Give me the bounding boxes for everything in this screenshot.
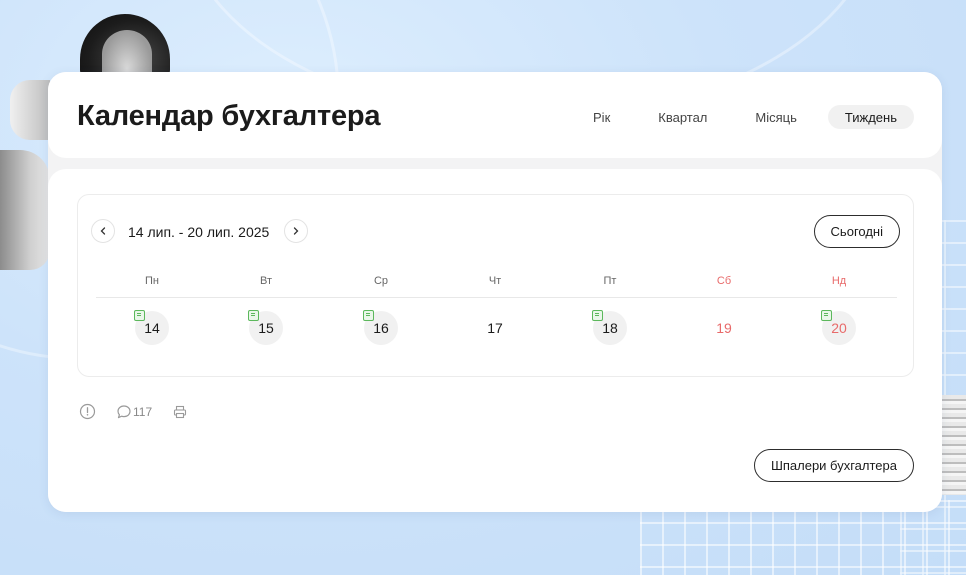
weekday-label: Сб [716,275,732,287]
chevron-right-icon [293,227,299,235]
day-cell-17[interactable]: 17 [478,311,512,345]
tab-month[interactable]: Місяць [738,105,813,129]
weekday-label: Чт [488,275,502,287]
calendar-card: Календар бухгалтера Рік Квартал Місяць Т… [48,72,942,512]
chevron-left-icon [100,227,106,235]
info-icon [79,403,96,420]
newspaper-stack-image [938,395,966,495]
day-cell-19[interactable]: 19 [707,311,741,345]
info-button[interactable] [79,403,96,420]
tab-year[interactable]: Рік [576,105,627,129]
weekday-label: Ср [373,275,389,287]
prev-week-button[interactable] [91,219,115,243]
weekday-label: Вт [259,275,272,287]
note-icon [821,310,832,321]
note-icon [248,310,259,321]
comments-button[interactable]: 117 [116,404,152,420]
day-number: 18 [602,320,618,336]
comment-count: 117 [133,404,153,419]
today-button[interactable]: Сьогодні [813,215,900,248]
day-number: 19 [716,320,732,336]
meta-actions: 117 [79,403,208,420]
next-week-button[interactable] [284,219,308,243]
tab-quarter[interactable]: Квартал [641,105,724,129]
note-icon [592,310,603,321]
card-body: 14 лип. - 20 лип. 2025 Сьогодні Пн Вт Ср… [48,169,942,512]
weekday-divider [96,297,897,298]
print-icon [174,405,187,418]
megaphone-handle-image [10,80,50,140]
day-cell-18[interactable]: 18 [592,310,627,345]
day-number: 16 [373,320,389,336]
card-header: Календар бухгалтера Рік Квартал Місяць Т… [48,72,942,158]
day-cell-14[interactable]: 14 [134,310,169,345]
week-calendar: 14 лип. - 20 лип. 2025 Сьогодні Пн Вт Ср… [77,194,914,377]
date-range-label: 14 лип. - 20 лип. 2025 [128,224,270,240]
weekday-header-row: Пн Вт Ср Чт Пт Сб Нд [96,275,897,289]
print-button[interactable] [172,404,188,420]
hand-image [0,150,50,270]
day-cell-16[interactable]: 16 [363,310,398,345]
comment-icon [117,404,131,418]
weekday-label: Нд [831,275,847,287]
view-tabs: Рік Квартал Місяць Тиждень [562,105,914,129]
day-number: 14 [144,320,160,336]
accountant-wallpapers-button[interactable]: Шпалери бухгалтера [753,449,914,482]
day-cell-20[interactable]: 20 [821,310,856,345]
page-title: Календар бухгалтера [77,100,381,132]
day-number: 15 [258,320,274,336]
tab-week[interactable]: Тиждень [827,105,914,129]
day-number: 20 [831,320,847,336]
note-icon [363,310,374,321]
day-row: 14 15 16 17 18 19 20 [96,310,897,345]
note-icon [134,310,145,321]
day-number: 17 [487,320,503,336]
weekday-label: Пн [145,275,159,287]
day-cell-15[interactable]: 15 [248,310,283,345]
weekday-label: Пт [603,275,617,287]
